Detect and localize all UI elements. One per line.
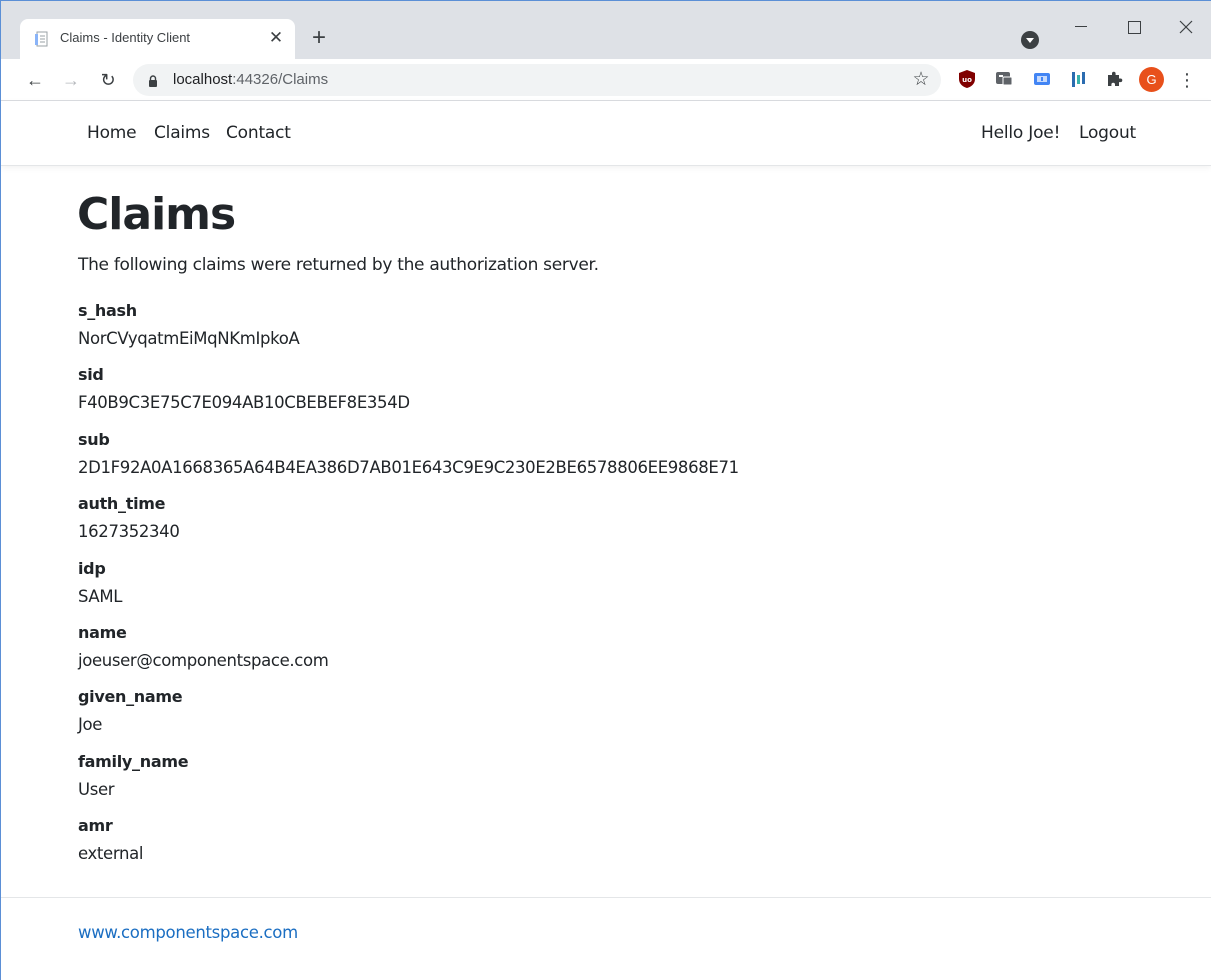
svg-text:uo: uo: [962, 76, 972, 84]
claim-item: s_hash NorCVyqatmEiMqNKmIpkoA: [78, 300, 1078, 364]
minimize-button[interactable]: [1069, 15, 1093, 39]
claim-type: s_hash: [78, 301, 137, 320]
forward-button[interactable]: →: [59, 68, 83, 92]
document-icon: [34, 31, 50, 47]
claim-item: amr external: [78, 815, 1078, 879]
page-content: Home Claims Contact Hello Joe! Logout Cl…: [1, 101, 1211, 980]
ublock-extension-icon[interactable]: uo: [957, 69, 977, 89]
site-navbar: Home Claims Contact Hello Joe! Logout: [1, 101, 1211, 166]
maximize-button[interactable]: [1122, 15, 1146, 39]
footer-divider: [1, 897, 1211, 898]
browser-toolbar: ← → ↻ localhost:44326/Claims ☆ uo G ⋮: [1, 59, 1211, 101]
claim-type: family_name: [78, 751, 189, 771]
intro-text: The following claims were returned by th…: [78, 255, 599, 275]
extension-icon[interactable]: [1032, 69, 1052, 89]
lock-icon: [148, 74, 158, 87]
tab-strip: Claims - Identity Client ✕ +: [1, 1, 1211, 59]
bookmark-star-icon[interactable]: ☆: [909, 68, 933, 92]
reload-button[interactable]: ↻: [96, 68, 120, 92]
close-window-button[interactable]: [1174, 15, 1198, 39]
footer-website-link[interactable]: www.componentspace.com: [78, 923, 298, 942]
tab-title: Claims - Identity Client: [60, 30, 191, 45]
close-window-icon: [1179, 20, 1193, 34]
profile-avatar[interactable]: G: [1139, 67, 1164, 92]
page-title: Claims: [77, 189, 236, 240]
address-bar[interactable]: localhost:44326/Claims ☆: [133, 64, 941, 96]
new-tab-button[interactable]: +: [307, 26, 331, 51]
logout-link[interactable]: Logout: [1079, 123, 1136, 143]
kebab-menu-icon[interactable]: ⋮: [1177, 68, 1197, 92]
url-path: :44326/Claims: [232, 71, 329, 88]
claim-value: external: [78, 844, 144, 864]
claim-type: auth_time: [78, 494, 166, 514]
puzzle-extensions-icon[interactable]: [1104, 69, 1124, 89]
nav-link-home[interactable]: Home: [87, 123, 137, 143]
claim-type: sub: [78, 429, 110, 449]
claim-value: User: [78, 779, 115, 799]
claim-item: name joeuser@componentspace.com: [78, 622, 1078, 686]
claim-item: family_name User: [78, 751, 1078, 815]
claim-item: idp SAML: [78, 558, 1078, 622]
url-host: localhost: [173, 71, 233, 88]
claim-type: amr: [78, 816, 113, 836]
claim-item: auth_time 1627352340: [78, 493, 1078, 557]
close-icon[interactable]: ✕: [266, 27, 286, 49]
tab-claims[interactable]: Claims - Identity Client ✕: [20, 19, 295, 59]
claim-value: 2D1F92A0A1668365A64B4EA386D7AB01E643C9E9…: [78, 457, 739, 477]
back-button[interactable]: ←: [23, 68, 47, 92]
claim-value: joeuser@componentspace.com: [78, 650, 329, 670]
claim-value: 1627352340: [78, 522, 180, 542]
nav-link-claims[interactable]: Claims: [154, 123, 210, 143]
claims-list: s_hash NorCVyqatmEiMqNKmIpkoA sid F40B9C…: [78, 300, 1078, 880]
claim-value: Joe: [78, 715, 103, 735]
tab-search-icon[interactable]: [1021, 31, 1039, 49]
url-text: localhost:44326/Claims: [173, 71, 328, 88]
claim-item: sub 2D1F92A0A1668365A64B4EA386D7AB01E643…: [78, 429, 1078, 493]
extension-icon[interactable]: [1069, 69, 1089, 89]
user-greeting[interactable]: Hello Joe!: [981, 123, 1060, 143]
claim-value: NorCVyqatmEiMqNKmIpkoA: [78, 329, 300, 348]
browser-window: Claims - Identity Client ✕ + ← → ↻ local…: [0, 0, 1211, 980]
nav-link-contact[interactable]: Contact: [226, 123, 291, 143]
claim-value: F40B9C3E75C7E094AB10CBEBEF8E354D: [78, 393, 410, 413]
claim-value: SAML: [78, 586, 123, 606]
claim-type: name: [78, 622, 127, 642]
claim-item: sid F40B9C3E75C7E094AB10CBEBEF8E354D: [78, 364, 1078, 428]
claim-item: given_name Joe: [78, 686, 1078, 750]
extension-icon[interactable]: [994, 69, 1014, 89]
claim-type: given_name: [78, 687, 183, 707]
claim-type: idp: [78, 558, 106, 578]
claim-type: sid: [78, 365, 104, 385]
